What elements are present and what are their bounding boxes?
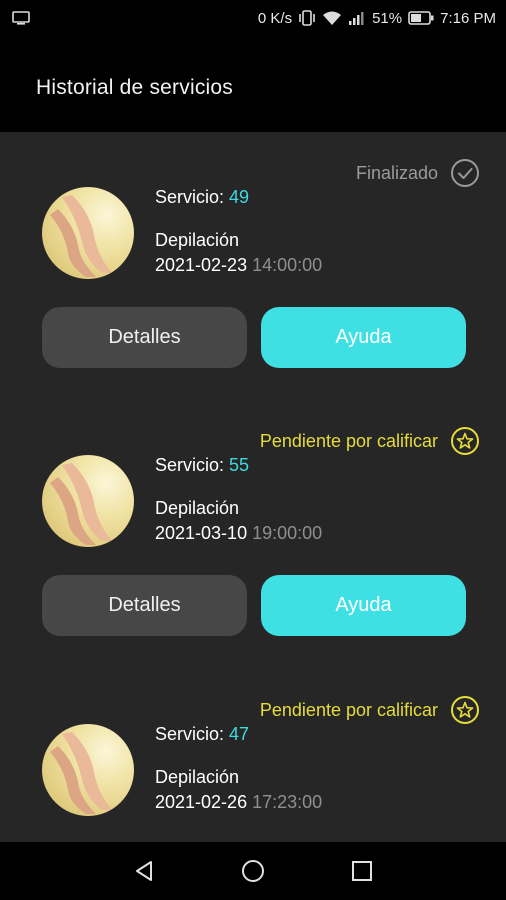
service-number: 55 (229, 455, 250, 475)
service-date: 2021-02-23 (155, 255, 248, 275)
service-time: 19:00:00 (252, 523, 323, 543)
service-label: Servicio: (155, 455, 225, 475)
service-time: 17:23:00 (252, 792, 323, 812)
help-button[interactable]: Ayuda (261, 575, 466, 636)
service-type: Depilación (155, 767, 240, 787)
service-time: 14:00:00 (252, 255, 323, 275)
recents-icon[interactable] (342, 851, 382, 891)
network-speed: 0 K/s (257, 9, 293, 27)
service-card: Pendiente por calificar Servicio: 47 Dep… (0, 669, 506, 842)
status-label: Pendiente por calificar (259, 699, 438, 720)
service-card: Finalizado Servicio: 49 Depilación 2021-… (0, 132, 506, 392)
service-label: Servicio: (155, 187, 225, 207)
screen-cast-icon (12, 11, 30, 25)
vibrate-icon (298, 10, 316, 26)
battery-icon (408, 11, 434, 25)
details-button[interactable]: Detalles (42, 575, 247, 636)
star-circle-icon[interactable] (450, 695, 480, 725)
service-number: 49 (229, 187, 250, 207)
status-label: Finalizado (355, 162, 438, 183)
service-status: Finalizado (356, 158, 480, 188)
service-status: Pendiente por calificar (260, 695, 480, 725)
status-bar: 0 K/s 51% 7:16 PM (0, 0, 506, 36)
service-status: Pendiente por calificar (260, 426, 480, 456)
service-label: Servicio: (155, 724, 225, 744)
star-circle-icon[interactable] (450, 426, 480, 456)
app-header: Historial de servicios (0, 36, 506, 132)
help-button[interactable]: Ayuda (261, 307, 466, 368)
battery-level: 51% (372, 9, 403, 27)
service-avatar (42, 187, 134, 279)
details-button[interactable]: Detalles (42, 307, 247, 368)
status-label: Pendiente por calificar (259, 430, 438, 451)
back-icon[interactable] (124, 851, 164, 891)
check-circle-icon (450, 158, 480, 188)
signal-icon (348, 10, 366, 26)
system-nav-bar (0, 842, 506, 900)
home-icon[interactable] (233, 851, 273, 891)
clock: 7:16 PM (440, 9, 496, 27)
service-avatar (42, 724, 134, 816)
service-card: Pendiente por calificar Servicio: 55 Dep… (0, 400, 506, 660)
service-date: 2021-03-10 (155, 523, 248, 543)
service-avatar (42, 455, 134, 547)
service-number: 47 (229, 724, 250, 744)
service-date: 2021-02-26 (155, 792, 248, 812)
wifi-icon (322, 10, 342, 26)
service-type: Depilación (155, 498, 240, 518)
service-history-list[interactable]: Finalizado Servicio: 49 Depilación 2021-… (0, 132, 506, 842)
page-title: Historial de servicios (36, 76, 233, 99)
service-type: Depilación (155, 230, 240, 250)
